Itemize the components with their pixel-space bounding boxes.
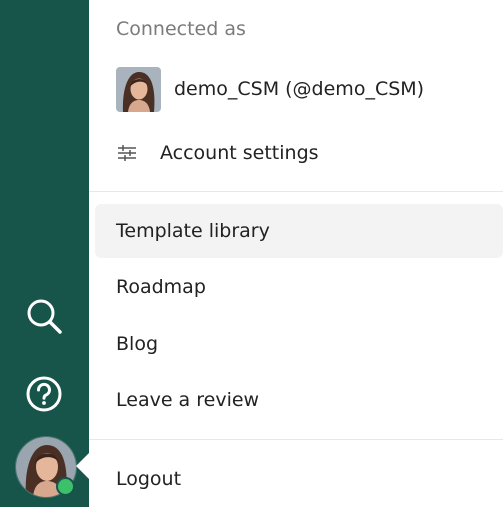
divider — [89, 439, 503, 440]
connected-as-label: Connected as — [116, 18, 246, 40]
account-settings-label: Account settings — [160, 142, 319, 164]
menu-item-roadmap[interactable]: Roadmap — [95, 260, 503, 314]
menu-item-blog[interactable]: Blog — [95, 317, 503, 371]
current-user-row: demo_CSM (@demo_CSM) — [116, 66, 424, 112]
menu-item-template-library[interactable]: Template library — [95, 204, 503, 258]
online-status-dot — [56, 477, 75, 496]
account-settings-item[interactable]: Account settings — [116, 138, 319, 168]
search-icon[interactable] — [22, 294, 66, 338]
menu-item-leave-review[interactable]: Leave a review — [95, 373, 503, 427]
logout-button[interactable]: Logout — [95, 452, 503, 506]
sliders-icon — [116, 142, 138, 164]
sidebar — [0, 0, 89, 507]
help-circle-icon[interactable] — [22, 372, 66, 416]
account-menu: Connected as demo_CSM (@demo_CSM) Accoun… — [89, 0, 503, 507]
user-avatar-button[interactable] — [15, 436, 77, 498]
user-display-name: demo_CSM (@demo_CSM) — [174, 78, 425, 100]
avatar — [116, 66, 161, 112]
menu-pointer-arrow — [76, 452, 90, 480]
divider — [89, 191, 503, 192]
